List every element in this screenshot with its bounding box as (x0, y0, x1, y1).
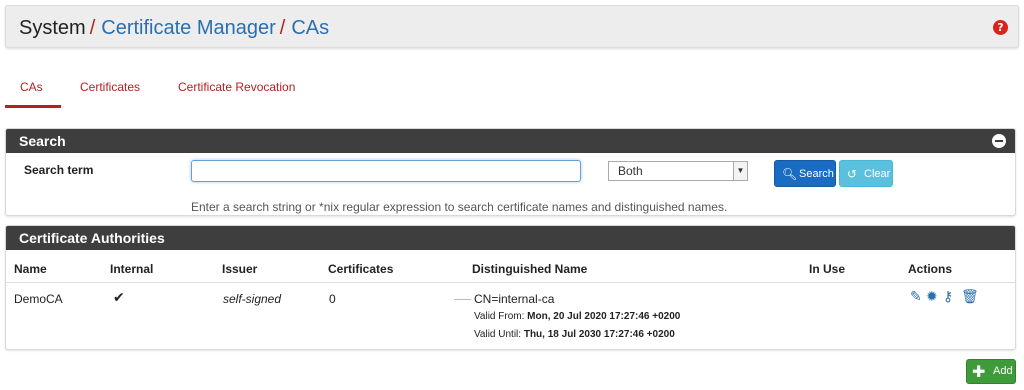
breadcrumb-certificate-manager[interactable]: Certificate Manager (101, 17, 276, 39)
search-button-label: Search (799, 168, 834, 180)
ca-distinguished-name: CN=internal-ca (474, 292, 555, 306)
certificate-icon[interactable]: ✹ (926, 290, 938, 304)
ca-name: DemoCA (14, 292, 63, 306)
valid-until-value: Thu, 18 Jul 2030 17:27:46 +0200 (523, 329, 675, 340)
search-button[interactable]: 🔍︎ Search (774, 160, 836, 187)
add-button-label: Add (993, 365, 1013, 377)
collapse-icon[interactable] (992, 134, 1006, 148)
tab-cas[interactable]: CAs (20, 80, 43, 94)
ca-issuer: self-signed (223, 292, 282, 306)
chevron-down-icon: ▼ (733, 162, 747, 180)
search-term-label: Search term (24, 163, 94, 177)
breadcrumb-separator: / (89, 17, 96, 39)
valid-from-value: Mon, 20 Jul 2020 17:27:46 +0200 (527, 311, 681, 322)
col-header-certificates: Certificates (328, 262, 394, 276)
col-header-name: Name (14, 262, 47, 276)
ca-valid-until: Valid Until: Thu, 18 Jul 2030 17:27:46 +… (474, 329, 675, 340)
active-tab-indicator (5, 105, 61, 108)
search-input[interactable] (191, 160, 581, 182)
search-panel-title: Search (19, 133, 66, 149)
plus-icon: ✚ (972, 362, 986, 381)
ca-valid-from: Valid From: Mon, 20 Jul 2020 17:27:46 +0… (474, 311, 680, 322)
check-icon: ✔ (113, 290, 125, 306)
col-header-issuer: Issuer (222, 262, 258, 276)
col-header-internal: Internal (110, 262, 154, 276)
breadcrumb-bar: System / Certificate Manager / CAs ? (5, 5, 1019, 48)
row-actions: ✎ ✹ ⚷ 🗑︎ (909, 290, 979, 306)
valid-until-label: Valid Until: (474, 329, 522, 340)
col-header-distinguished-name: Distinguished Name (472, 262, 588, 276)
breadcrumb-cas[interactable]: CAs (291, 17, 329, 39)
search-icon: 🔍︎ (782, 167, 798, 181)
tab-certificates[interactable]: Certificates (80, 80, 140, 94)
dn-divider (454, 299, 471, 300)
clear-button[interactable]: ↺ Clear (839, 160, 893, 187)
search-panel-header: Search (6, 129, 1015, 153)
breadcrumb: System / Certificate Manager / CAs (19, 16, 329, 40)
search-help-text: Enter a search string or *nix regular ex… (191, 200, 728, 214)
ca-panel: Certificate Authorities Name Internal Is… (5, 225, 1016, 350)
ca-certificates-count: 0 (329, 292, 336, 306)
search-scope-value: Both (618, 164, 643, 178)
tab-certificate-revocation[interactable]: Certificate Revocation (178, 80, 295, 94)
tab-bar: CAs Certificates Certificate Revocation (5, 72, 605, 110)
undo-icon: ↺ (847, 167, 858, 181)
ca-panel-title: Certificate Authorities (19, 230, 165, 246)
search-panel: Search Search term Both ▼ 🔍︎ Search ↺ Cl… (5, 128, 1016, 216)
breadcrumb-system: System (19, 17, 86, 39)
header-divider (6, 282, 1015, 283)
pencil-icon[interactable]: ✎ (910, 290, 922, 304)
clear-button-label: Clear (864, 168, 891, 180)
help-icon[interactable]: ? (993, 20, 1008, 35)
ca-panel-header: Certificate Authorities (6, 226, 1015, 250)
add-button[interactable]: ✚ Add (966, 359, 1016, 384)
col-header-actions: Actions (908, 262, 953, 276)
breadcrumb-separator: / (279, 17, 286, 39)
search-scope-select[interactable]: Both ▼ (608, 161, 748, 181)
valid-from-label: Valid From: (474, 311, 525, 322)
trash-icon[interactable]: 🗑︎ (961, 290, 979, 304)
key-icon[interactable]: ⚷ (943, 290, 953, 304)
col-header-in-use: In Use (809, 262, 846, 276)
